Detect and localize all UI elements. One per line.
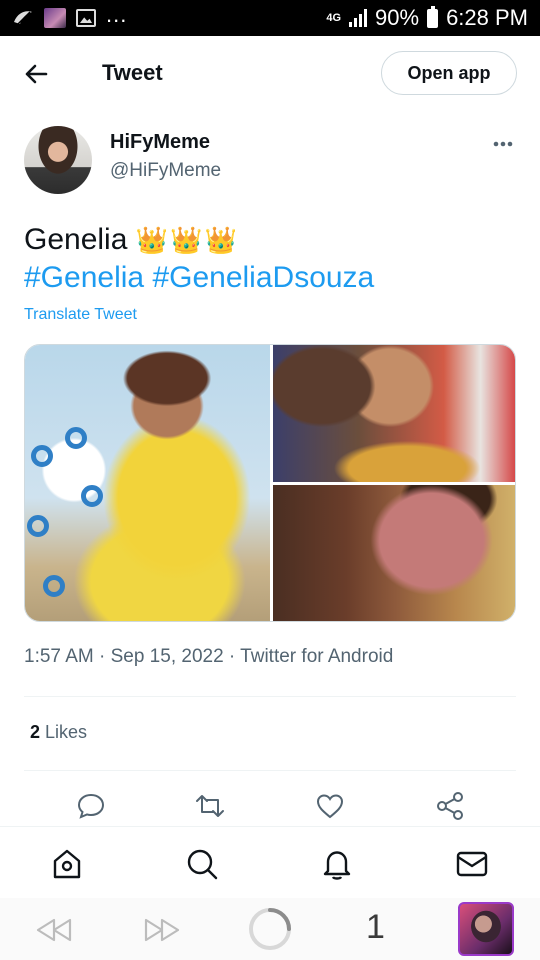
translate-tweet-link[interactable]: Translate Tweet <box>24 306 137 324</box>
tab-count[interactable]: 1 <box>366 908 385 947</box>
share-icon[interactable] <box>434 790 466 822</box>
gallery-notification-icon <box>76 9 96 27</box>
back-arrow-icon[interactable] <box>22 60 50 88</box>
messages-icon[interactable] <box>455 847 489 881</box>
likes-count[interactable]: 2 Likes <box>30 722 87 743</box>
loading-spinner-icon[interactable] <box>247 906 293 952</box>
top-app-bar: Tweet Open app <box>0 36 540 110</box>
divider <box>24 696 516 697</box>
battery-icon <box>427 5 439 28</box>
search-icon[interactable] <box>185 847 219 881</box>
network-type: 4G <box>326 11 342 24</box>
crown-emojis: 👑👑👑 <box>135 226 239 256</box>
tweet-media-grid <box>24 344 516 622</box>
likes-label: Likes <box>45 722 88 742</box>
like-icon[interactable] <box>314 790 346 822</box>
hashtag-line: #Genelia #GeneliaDsouza <box>24 258 374 298</box>
hashtag-link[interactable]: #GeneliaDsouza <box>152 261 374 294</box>
signal-icon <box>349 9 368 27</box>
author-name[interactable]: HiFyMeme <box>110 131 210 154</box>
retweet-icon[interactable] <box>194 790 226 822</box>
tweet-text-body: Genelia <box>24 223 128 256</box>
fast-forward-icon[interactable] <box>142 914 182 946</box>
divider <box>24 770 516 771</box>
author-handle[interactable]: @HiFyMeme <box>110 160 221 182</box>
bottom-navigation <box>0 826 540 898</box>
hashtag-link[interactable]: #Genelia <box>24 261 144 294</box>
avatar[interactable] <box>24 126 92 194</box>
more-notifications-indicator: ... <box>106 2 128 27</box>
tab-thumbnail[interactable] <box>458 902 514 956</box>
notification-app-icon <box>14 11 32 27</box>
open-app-button[interactable]: Open app <box>381 51 517 95</box>
notifications-icon[interactable] <box>320 847 354 881</box>
tweet-photo[interactable] <box>273 485 515 621</box>
rewind-icon[interactable] <box>34 914 74 946</box>
more-options-icon[interactable] <box>488 130 518 160</box>
page-title: Tweet <box>102 60 163 85</box>
tweet-timestamp: 1:57 AM · Sep 15, 2022 · Twitter for And… <box>24 646 394 667</box>
likes-number: 2 <box>30 722 41 742</box>
status-bar: ... 4G 90% 6:28 PM <box>0 0 540 36</box>
home-icon[interactable] <box>50 847 84 881</box>
notification-thumbnail-icon <box>44 8 66 28</box>
battery-percent: 90% <box>375 5 420 30</box>
clock: 6:28 PM <box>446 5 528 30</box>
reply-icon[interactable] <box>75 790 107 822</box>
tweet-photo[interactable] <box>25 345 270 621</box>
tweet-photo[interactable] <box>273 345 515 482</box>
tweet-text: Genelia 👑👑👑 <box>24 220 239 261</box>
